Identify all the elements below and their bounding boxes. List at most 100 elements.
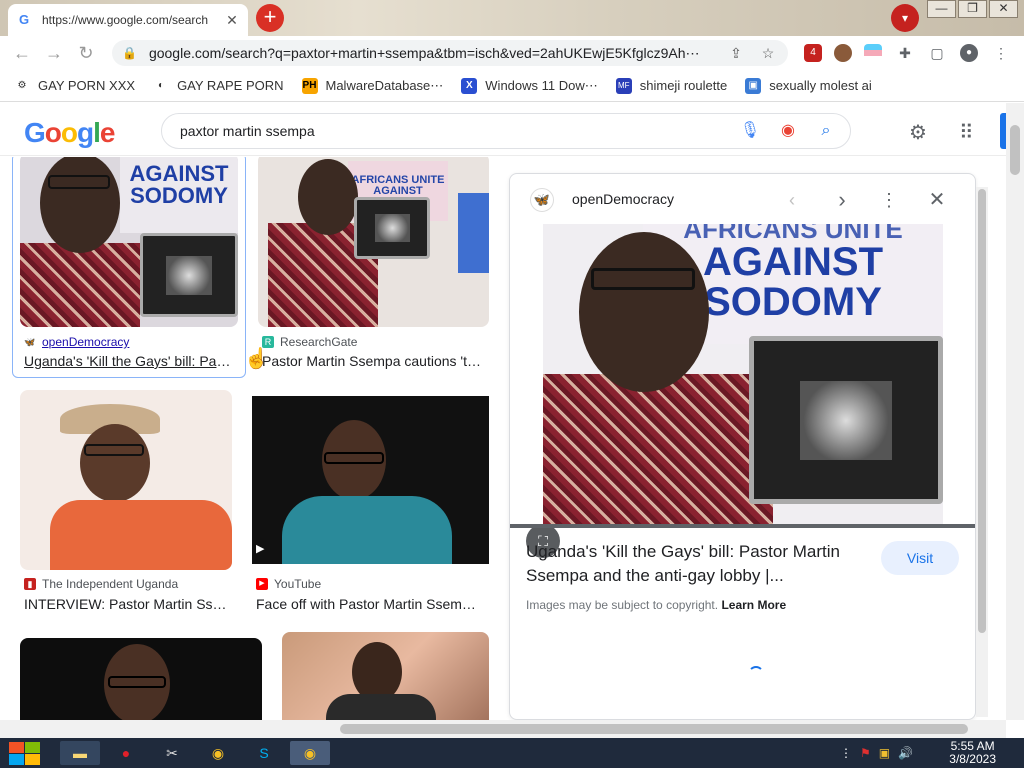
- share-icon[interactable]: ⇪: [726, 45, 746, 62]
- result-title[interactable]: Uganda's 'Kill the Gays' bill: Pas…: [24, 353, 234, 369]
- url-text[interactable]: google.com/search?q=paxtor+martin+ssempa…: [149, 45, 714, 62]
- settings-gear-icon[interactable]: ⚙: [909, 120, 927, 145]
- page-horizontal-scrollbar[interactable]: [0, 720, 1006, 738]
- glasses-graphic: [48, 175, 110, 189]
- more-options-icon[interactable]: ⋮: [875, 186, 903, 214]
- monitor-icon[interactable]: ▣: [879, 746, 890, 760]
- search-box[interactable]: 🎙 ◉ ⌕: [161, 113, 851, 149]
- bookmark-label: Windows 11 Dow⋯: [485, 77, 598, 93]
- visit-button[interactable]: Visit: [881, 541, 959, 575]
- result-thumbnail[interactable]: ▶: [252, 396, 489, 564]
- opendemocracy-logo-icon[interactable]: 🦋: [530, 188, 554, 212]
- butterfly-icon: 🦋: [24, 337, 36, 347]
- volume-icon[interactable]: 🔊: [898, 746, 913, 760]
- chrome-app-icon[interactable]: ◉: [198, 741, 238, 765]
- result-title[interactable]: Pastor Martin Ssempa cautions 't…: [262, 353, 487, 369]
- back-arrow-icon[interactable]: ←: [12, 43, 32, 63]
- result-thumbnail[interactable]: AFRICANS UNITE AGAINST: [258, 157, 489, 327]
- result-thumbnail[interactable]: [282, 632, 489, 720]
- page-vertical-scrollbar[interactable]: [1006, 103, 1024, 720]
- maximize-button[interactable]: ❐: [958, 0, 987, 18]
- result-title[interactable]: INTERVIEW: Pastor Martin Sse…: [24, 596, 234, 612]
- taskbar-clock[interactable]: 5:55 AM 3/8/2023: [949, 740, 996, 766]
- preview-site-name[interactable]: openDemocracy: [572, 191, 674, 207]
- glasses-graphic: [324, 452, 384, 464]
- preview-scroll-thumb[interactable]: [978, 189, 986, 633]
- tab-google-search[interactable]: G https://www.google.com/search ✕: [8, 4, 248, 36]
- result-source[interactable]: ▮ The Independent Uganda: [24, 577, 178, 591]
- lock-icon[interactable]: 🔒: [122, 46, 137, 60]
- result-thumbnail[interactable]: AGAINST SODOMY: [20, 157, 238, 327]
- bookmark-star-icon[interactable]: ☆: [758, 45, 778, 62]
- copyright-text: Images may be subject to copyright.: [526, 598, 719, 612]
- bookmark-5[interactable]: MF shimeji roulette: [615, 77, 727, 94]
- laptop-graphic: [749, 336, 943, 504]
- person-head-graphic: [40, 157, 120, 253]
- avatar-extension-icon[interactable]: [834, 44, 852, 62]
- close-window-button[interactable]: ✕: [989, 0, 1018, 18]
- preview-scrollbar[interactable]: [976, 187, 988, 717]
- bookmark-4[interactable]: X Windows 11 Dow⋯: [461, 77, 598, 94]
- chrome-active-icon[interactable]: ◉: [290, 741, 330, 765]
- apps-grid-icon[interactable]: ⠿: [959, 120, 974, 145]
- result-thumbnail[interactable]: [20, 638, 262, 720]
- puzzle-extensions-icon[interactable]: ✚: [896, 44, 914, 62]
- reload-icon[interactable]: ↻: [76, 43, 96, 63]
- result-card-6[interactable]: [282, 632, 489, 720]
- address-bar[interactable]: 🔒 google.com/search?q=paxtor+martin+ssem…: [112, 40, 788, 66]
- forward-arrow-icon[interactable]: →: [44, 43, 64, 63]
- search-input[interactable]: [180, 123, 736, 139]
- result-title[interactable]: Face off with Pastor Martin Ssem…: [256, 596, 486, 612]
- learn-more-link[interactable]: Learn More: [721, 598, 786, 612]
- bookmark-2[interactable]: ◐ GAY RAPE PORN: [153, 78, 283, 94]
- result-card-5[interactable]: [20, 638, 262, 720]
- preview-title[interactable]: Uganda's 'Kill the Gays' bill: Pastor Ma…: [526, 540, 866, 588]
- vertical-scroll-thumb[interactable]: [1010, 125, 1020, 175]
- result-card-4[interactable]: ▶ ▶ YouTube Face off with Pastor Martin …: [252, 396, 490, 615]
- result-card-2[interactable]: AFRICANS UNITE AGAINST R ResearchGate Pas…: [258, 157, 490, 382]
- tools-app-icon[interactable]: ✂: [152, 741, 192, 765]
- bookmark-doc-icon: ▣: [745, 77, 762, 94]
- menu-dots-icon[interactable]: ⋮: [992, 44, 1010, 62]
- result-source[interactable]: R ResearchGate: [262, 335, 357, 349]
- camera-lens-icon[interactable]: ◉: [774, 117, 802, 145]
- glasses-graphic: [108, 676, 166, 688]
- bookmark-1[interactable]: ⚙ GAY PORN XXX: [14, 78, 136, 94]
- result-source[interactable]: ▶ YouTube: [256, 577, 321, 591]
- result-thumbnail[interactable]: [20, 390, 232, 570]
- glasses-graphic: [84, 444, 144, 456]
- person-head-graphic: [298, 159, 358, 235]
- bookmark-6[interactable]: ▣ sexually molest ai: [745, 77, 872, 94]
- side-panel-icon[interactable]: ▢: [928, 44, 946, 62]
- start-button[interactable]: [6, 740, 42, 766]
- google-logo[interactable]: Google: [24, 117, 115, 149]
- file-explorer-icon[interactable]: ▬: [60, 741, 100, 765]
- shirt-graphic: [20, 243, 140, 327]
- result-card-3[interactable]: ▮ The Independent Uganda INTERVIEW: Past…: [20, 390, 234, 615]
- bookmark-3[interactable]: PH MalwareDatabase⋯: [301, 77, 443, 94]
- close-preview-icon[interactable]: ✕: [923, 186, 951, 214]
- next-arrow-icon[interactable]: ›: [828, 186, 856, 214]
- tray-more-icon[interactable]: ⋮: [840, 746, 852, 760]
- tab-search-button[interactable]: ▾: [891, 4, 919, 32]
- search-icon[interactable]: ⌕: [812, 117, 840, 145]
- microphone-icon[interactable]: 🎙: [736, 117, 764, 145]
- ublock-extension-icon[interactable]: 4: [804, 44, 822, 62]
- horizontal-scroll-thumb[interactable]: [340, 724, 968, 734]
- new-tab-button[interactable]: +: [256, 4, 284, 32]
- trans-flag-extension-icon[interactable]: [864, 44, 882, 62]
- tab-close-icon[interactable]: ✕: [224, 12, 240, 29]
- bookmarks-bar: ⚙ GAY PORN XXX ◐ GAY RAPE PORN PH Malwar…: [0, 70, 1024, 102]
- hand-cursor-icon: ☝: [244, 348, 269, 370]
- result-source[interactable]: 🦋 openDemocracy: [24, 335, 129, 349]
- flag-icon[interactable]: ⚑: [860, 746, 871, 760]
- minimize-button[interactable]: —: [927, 0, 956, 18]
- bookmark-mf-icon: MF: [615, 77, 632, 94]
- result-card-1[interactable]: AGAINST SODOMY 🦋 openDemocracy Uganda's '…: [0, 157, 250, 382]
- skype-app-icon[interactable]: S: [244, 741, 284, 765]
- record-app-icon[interactable]: ●: [106, 741, 146, 765]
- profile-icon[interactable]: ●: [960, 44, 978, 62]
- preview-header: 🦋 openDemocracy ‹ › ⋮ ✕: [510, 174, 975, 224]
- previous-arrow-icon[interactable]: ‹: [778, 186, 806, 214]
- preview-image[interactable]: AFRICANS UNITE AGAINST SODOMY ⛶: [510, 224, 975, 558]
